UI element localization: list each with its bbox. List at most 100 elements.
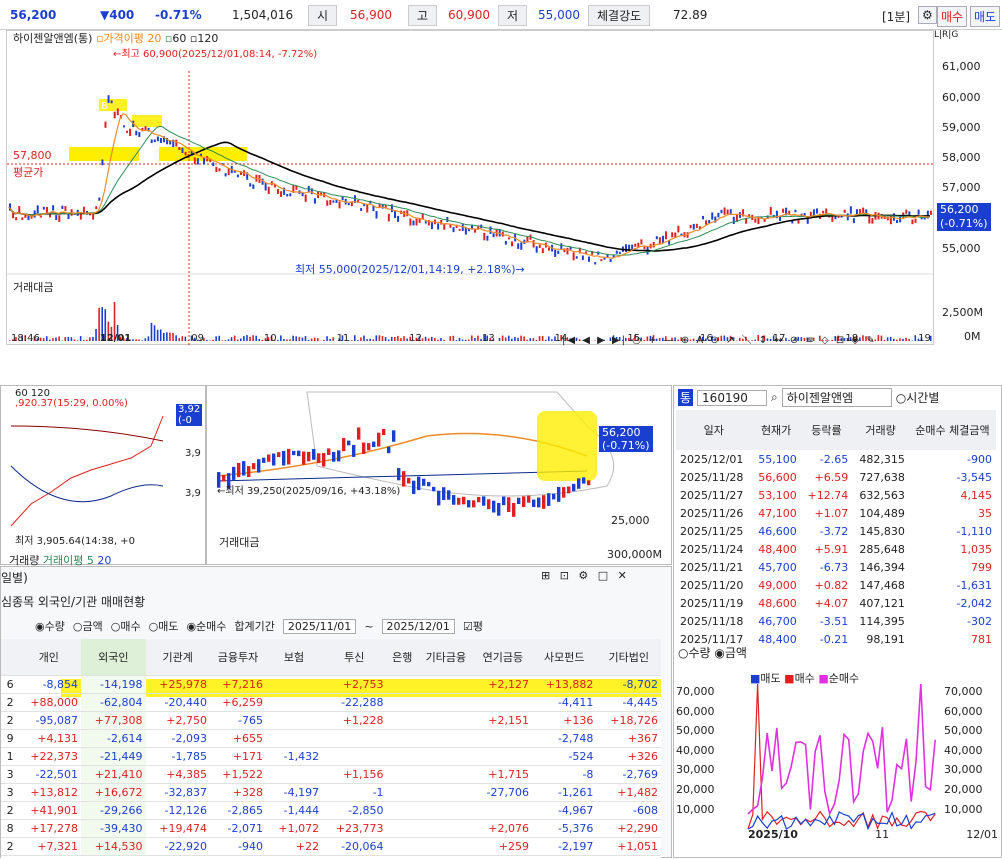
table-header[interactable]: 금융투자 <box>210 639 266 675</box>
table-row[interactable]: 3-22,501+21,410+4,385+1,522+1,156+1,715-… <box>1 765 661 783</box>
table-cell: +16,672 <box>81 783 145 801</box>
table-cell: +41,901 <box>17 801 81 819</box>
period-label: 합계기간 <box>234 618 274 634</box>
time-toggle[interactable]: ○시간별 <box>896 389 940 406</box>
side-table-header[interactable]: 순매수 체결금액 <box>909 410 996 450</box>
side-table-row[interactable]: 2025/11/1948,600+4.07407,121-2,042 <box>676 594 996 612</box>
window-controls[interactable]: ⊞ ⊡ ⚙ □ ✕ <box>541 569 630 582</box>
mini-chart-index[interactable]: 60 120 ,920.37(15:29, 0.00%) 최저 3,905.64… <box>0 385 206 565</box>
side-table-row[interactable]: 2025/11/2856,600+6.59727,638-3,545 <box>676 468 996 486</box>
side-table-row[interactable]: 2025/11/2753,100+12.74632,5634,145 <box>676 486 996 504</box>
chart-title: 하이젠알앤엠(통) ▫가격이평 20 ▫60 ▫120 <box>13 30 218 46</box>
side-table-row[interactable]: 2025/11/2448,400+5.91285,6481,035 <box>676 540 996 558</box>
daily-candle <box>412 481 415 494</box>
candle <box>724 207 726 214</box>
x-tick: 18:46 <box>11 333 40 344</box>
side-table-cell: 55,100 <box>752 450 801 468</box>
table-header[interactable]: 기타법인 <box>596 639 661 675</box>
interval-label[interactable]: [1분] <box>882 8 910 25</box>
table-row[interactable]: 2+88,000-62,804-20,440+6,259-22,288-4,41… <box>1 693 661 711</box>
radio-qty[interactable]: ◉수량 <box>35 618 65 634</box>
table-header[interactable]: 외국인 <box>81 639 145 675</box>
date-to-input[interactable]: 2025/12/01 <box>382 619 455 634</box>
radio-net[interactable]: ◉순매수 <box>186 618 226 634</box>
table-header[interactable]: 기관계 <box>146 639 210 675</box>
side-table-cell: -6.73 <box>801 558 853 576</box>
table-cell: +1,715 <box>474 765 532 783</box>
table-row[interactable]: 1+22,373-21,449-1,785+171-1,432-524+326 <box>1 747 661 765</box>
settings-gear-icon[interactable]: ⚙ <box>918 6 937 24</box>
table-cell: +21,410 <box>81 765 145 783</box>
side-table-header[interactable]: 현재가 <box>752 410 801 450</box>
side-radio-amt[interactable]: ◉금액 <box>714 646 747 660</box>
side-table-header[interactable]: 거래량 <box>852 410 909 450</box>
main-price-chart[interactable]: B 하이젠알앤엠(통) ▫가격이평 20 ▫60 ▫120 ←최고 60,900… <box>6 30 934 345</box>
table-cell: +1,051 <box>596 837 661 855</box>
vol-tick: 0M <box>964 330 981 343</box>
table-cell <box>418 837 474 855</box>
tab-daily[interactable]: 일별) <box>1 569 28 586</box>
daily-candle <box>282 451 285 466</box>
table-row[interactable]: 2+7,321+14,530-22,920-940+22-20,064+259-… <box>1 837 661 855</box>
table-cell <box>266 765 322 783</box>
candle <box>194 157 196 164</box>
table-header[interactable]: 기타금융 <box>418 639 474 675</box>
search-icon[interactable]: ⌕ <box>771 390 778 405</box>
mini-price-line <box>11 416 163 526</box>
table-header[interactable]: 개인 <box>17 639 81 675</box>
side-table-row[interactable]: 2025/11/2546,600-3.72145,830-1,110 <box>676 522 996 540</box>
date-from-input[interactable]: 2025/11/01 <box>283 619 356 634</box>
table-header[interactable]: 보험 <box>266 639 322 675</box>
side-table-row[interactable]: 2025/11/2145,700-6.73146,394799 <box>676 558 996 576</box>
table-row[interactable]: 6-8,854-14,198+25,978+7,216+2,753+2,127+… <box>1 675 661 693</box>
radio-amt[interactable]: ○금액 <box>73 618 103 634</box>
buy-button[interactable]: 매수 <box>937 6 967 27</box>
table-header[interactable]: 투신 <box>322 639 386 675</box>
daily-candle <box>302 451 305 464</box>
mini-chart-daily-canvas <box>207 386 673 566</box>
table-cell <box>322 747 386 765</box>
table-row[interactable]: 9+4,131-2,614-2,093+655-2,748+367 <box>1 729 661 747</box>
axis-corner[interactable]: L|R|G <box>934 30 958 40</box>
side-table-row[interactable]: 2025/11/2049,000+0.82147,468-1,631 <box>676 576 996 594</box>
candle <box>154 139 156 142</box>
side-radio-qty[interactable]: ○수량 <box>678 646 711 660</box>
table-header[interactable]: 사모펀드 <box>532 639 596 675</box>
mini-chart-daily[interactable]: ←최저 39,250(2025/09/16, +43.18%) 56,200(-… <box>206 385 672 565</box>
table-cell <box>387 675 419 693</box>
chart-toolbar[interactable]: |◀ ◀ ▶ ▶| ○ + ― ⊕ A ⊖ ↗ ＼ ↕ ↔ ⊘ ≡ ◇ ⊡ ◈ … <box>562 331 877 346</box>
avg-checkbox[interactable]: ☑평 <box>463 618 483 634</box>
stock-code-input[interactable]: 160190 <box>697 390 767 406</box>
y-tick: 60,000 <box>942 91 981 104</box>
table-cell <box>266 711 322 729</box>
candle <box>659 237 661 244</box>
table-header[interactable] <box>1 639 17 675</box>
side-table-row[interactable]: 2025/12/0155,100-2.65482,315-900 <box>676 450 996 468</box>
table-cell: +1,156 <box>322 765 386 783</box>
table-header[interactable]: 연기금등 <box>474 639 532 675</box>
sell-button[interactable]: 매도 <box>970 6 1000 27</box>
avg-price-value: 57,800 <box>13 149 52 162</box>
table-cell: -2,197 <box>532 837 596 855</box>
table-cell: 1 <box>1 747 17 765</box>
daily-candle <box>267 455 270 462</box>
table-row[interactable]: 2-95,087+77,308+2,750-765+1,228+2,151+13… <box>1 711 661 729</box>
side-table-cell: 48,400 <box>752 630 801 648</box>
table-row[interactable]: 3+13,812+16,672-32,837+328-4,197-1-27,70… <box>1 783 661 801</box>
current-price-tag: 56,200 (-0.71%) <box>937 203 991 231</box>
candle <box>474 229 476 232</box>
side-table-header[interactable]: 등락률 <box>801 410 853 450</box>
current-price-tag-value: 56,200 <box>940 203 988 217</box>
side-table-row[interactable]: 2025/11/2647,100+1.07104,48935 <box>676 504 996 522</box>
radio-sell[interactable]: ○매도 <box>149 618 179 634</box>
candle <box>483 233 485 241</box>
side-table-row[interactable]: 2025/11/1846,700-3.51114,395-302 <box>676 612 996 630</box>
table-row[interactable]: 8+17,278-39,430+19,474-2,071+1,072+23,77… <box>1 819 661 837</box>
side-table-header[interactable]: 일자 <box>676 410 752 450</box>
table-row[interactable]: 2+41,901-29,266-12,126-2,865-1,444-2,850… <box>1 801 661 819</box>
daily-candle <box>367 443 370 450</box>
table-header[interactable]: 은행 <box>387 639 419 675</box>
candle <box>754 218 756 222</box>
candle <box>779 216 781 221</box>
radio-buy[interactable]: ○매수 <box>111 618 141 634</box>
